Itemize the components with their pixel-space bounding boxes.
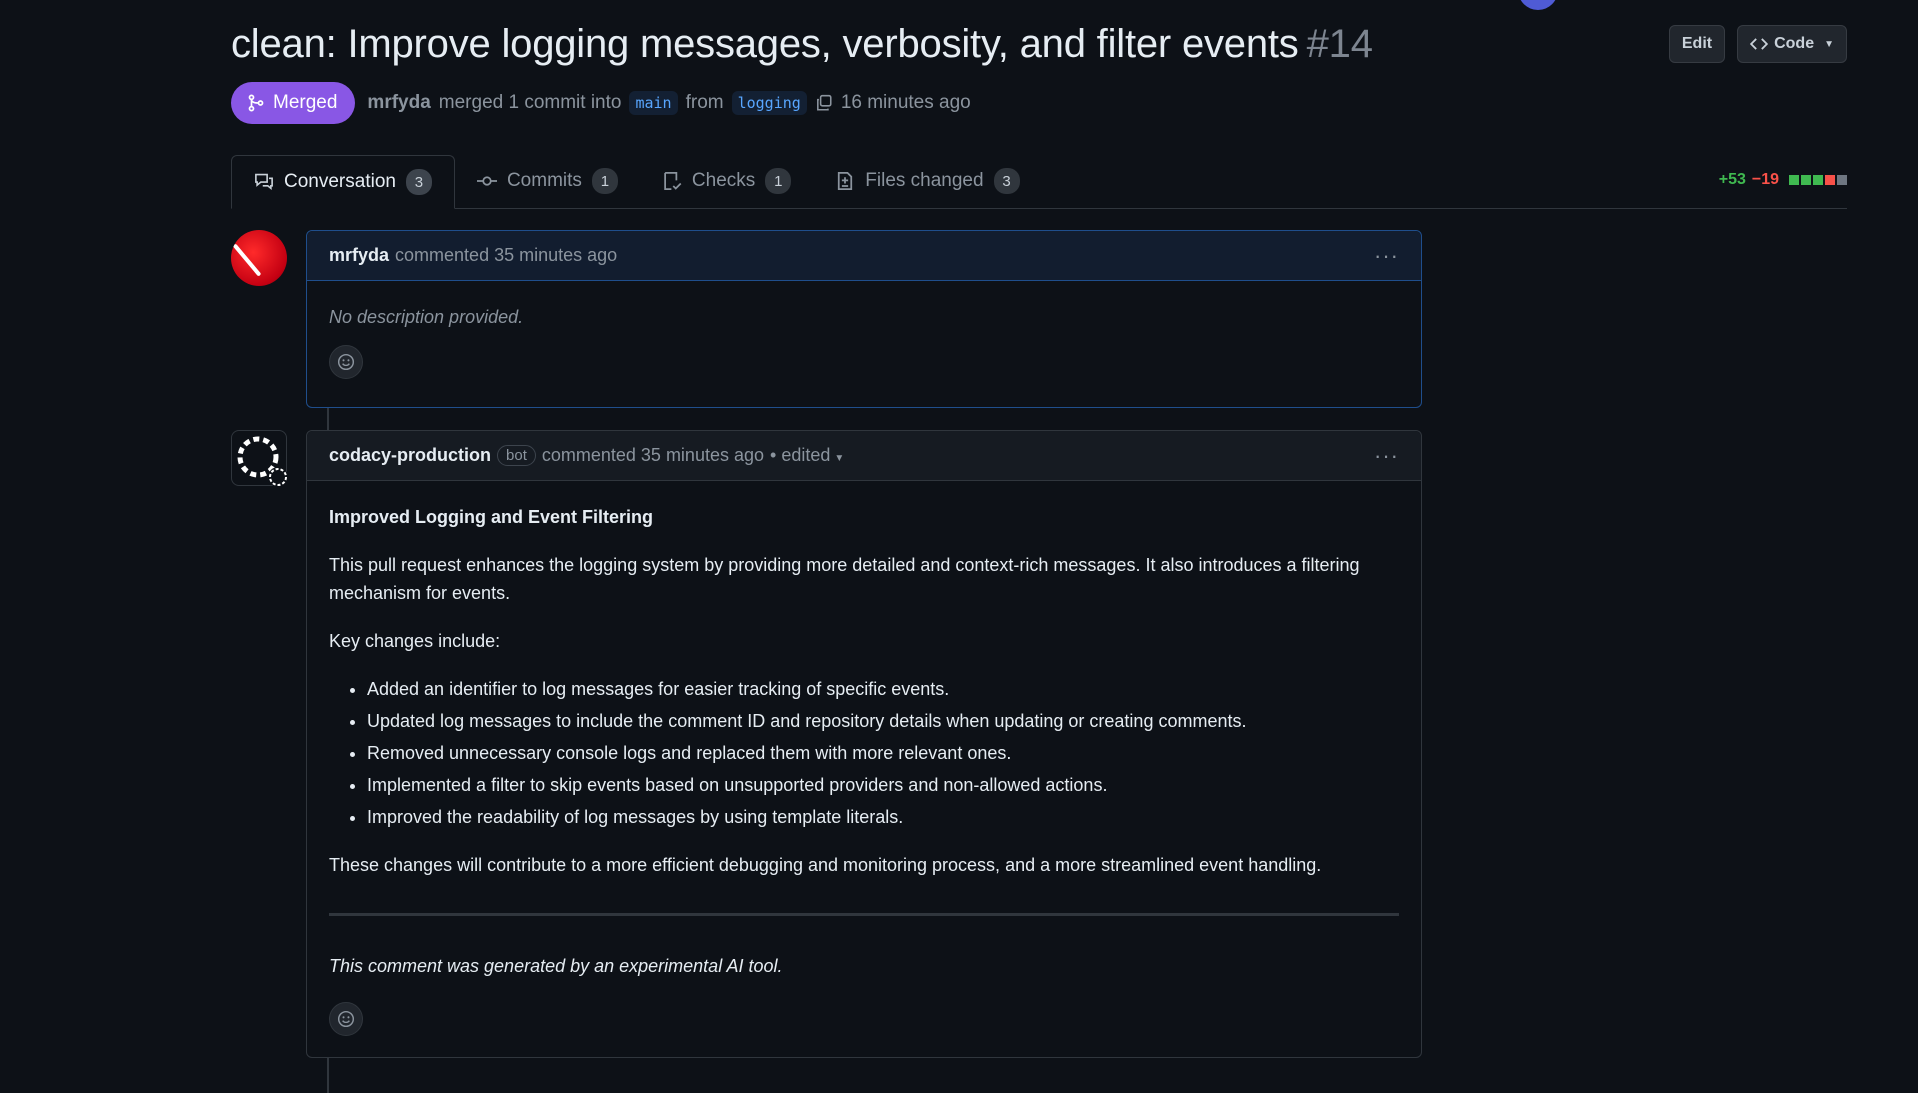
ai-disclaimer: This comment was generated by an experim… xyxy=(329,956,783,976)
pr-title: clean: Improve logging messages, verbosi… xyxy=(231,22,1373,67)
diffstat-bar xyxy=(1825,175,1835,185)
comment-body: Improved Logging and Event Filtering Thi… xyxy=(307,481,1421,1058)
tab-commits-count: 1 xyxy=(591,168,618,194)
tab-files-changed-count: 3 xyxy=(993,168,1020,194)
merge-text: merged 1 commit into xyxy=(438,92,622,113)
comment-header: codacy-production bot commented 35 minut… xyxy=(307,431,1421,481)
list-item: Updated log messages to include the comm… xyxy=(367,707,1399,735)
chevron-down-icon: ▼ xyxy=(1824,38,1834,50)
comment-author-link[interactable]: codacy-production xyxy=(329,445,491,466)
tab-checks[interactable]: Checks 1 xyxy=(640,154,813,208)
pr-meta: Merged mrfyda merged 1 commit into main … xyxy=(231,82,1847,124)
pr-tabs: Conversation 3 Commits 1 Checks 1 Files … xyxy=(231,155,1847,209)
diffstat-deletions: −19 xyxy=(1751,171,1779,188)
key-changes-label: Key changes include: xyxy=(329,631,501,651)
header-actions: Edit Code ▼ xyxy=(1668,25,1847,63)
comment-timestamp[interactable]: commented 35 minutes ago xyxy=(395,245,617,266)
add-reaction-button[interactable] xyxy=(329,345,363,379)
diffstat-bar xyxy=(1789,175,1799,185)
checklist-icon xyxy=(664,172,682,190)
diffstat: +53 −19 xyxy=(1719,171,1847,189)
status-badge: Merged xyxy=(231,82,356,124)
pr-title-text: clean: Improve logging messages, verbosi… xyxy=(231,21,1299,66)
list-item: Added an identifier to log messages for … xyxy=(367,675,1399,703)
comment-header: mrfyda commented 35 minutes ago ··· xyxy=(307,231,1421,281)
edited-dropdown[interactable]: • edited ▼ xyxy=(770,445,844,466)
kebab-horizontal-icon[interactable]: ··· xyxy=(1374,443,1399,469)
comment: mrfyda commented 35 minutes ago ··· No d… xyxy=(306,230,1422,408)
comment-heading: Improved Logging and Event Filtering xyxy=(329,507,654,527)
comment-body: No description provided. xyxy=(307,281,1421,401)
comment-timestamp[interactable]: commented 35 minutes ago xyxy=(542,445,764,466)
bot-badge: bot xyxy=(497,445,536,466)
key-changes-list: Added an identifier to log messages for … xyxy=(329,675,1399,831)
pr-header: clean: Improve logging messages, verbosi… xyxy=(231,18,1847,124)
code-button-label: Code xyxy=(1774,35,1815,52)
tab-files-changed[interactable]: Files changed 3 xyxy=(813,154,1041,208)
edited-label: • edited xyxy=(770,445,831,465)
file-diff-icon xyxy=(838,172,853,190)
tab-commits-label: Commits xyxy=(506,170,582,191)
diffstat-bar xyxy=(1837,175,1847,185)
diffstat-bars xyxy=(1789,175,1847,185)
tab-conversation-count: 3 xyxy=(405,169,432,195)
codacy-logo-icon xyxy=(237,436,288,487)
divider xyxy=(329,913,1399,916)
add-reaction-button[interactable] xyxy=(329,1002,363,1036)
merge-time: 16 minutes ago xyxy=(840,92,971,113)
list-item: Implemented a filter to skip events base… xyxy=(367,771,1399,799)
from-text: from xyxy=(685,92,724,113)
merge-author-link[interactable]: mrfyda xyxy=(367,92,430,114)
tab-checks-label: Checks xyxy=(691,170,756,191)
code-icon xyxy=(1750,38,1769,50)
git-merge-icon xyxy=(248,94,264,112)
decorative-blob xyxy=(1518,0,1558,10)
head-branch[interactable]: logging xyxy=(731,91,807,115)
code-button[interactable]: Code ▼ xyxy=(1737,25,1847,63)
edit-button[interactable]: Edit xyxy=(1668,25,1726,63)
smiley-icon xyxy=(337,1010,355,1028)
bot-avatar[interactable] xyxy=(231,430,288,487)
status-label: Merged xyxy=(273,92,338,113)
diffstat-additions: +53 xyxy=(1718,171,1746,188)
list-item: Improved the readability of log messages… xyxy=(367,803,1399,831)
comment: codacy-production bot commented 35 minut… xyxy=(306,430,1422,1058)
merge-summary: mrfyda merged 1 commit into main from lo… xyxy=(367,91,971,115)
tab-conversation[interactable]: Conversation 3 xyxy=(231,155,455,209)
diffstat-bar xyxy=(1801,175,1811,185)
comment-intro: This pull request enhances the logging s… xyxy=(329,555,1360,603)
comment-discussion-icon xyxy=(255,173,273,190)
list-item: Removed unnecessary console logs and rep… xyxy=(367,739,1399,767)
chevron-down-icon: ▼ xyxy=(834,453,845,464)
git-commit-icon xyxy=(476,176,497,186)
comment-body-text: No description provided. xyxy=(329,307,524,327)
tab-files-changed-label: Files changed xyxy=(865,170,984,191)
comment-conclusion: These changes will contribute to a more … xyxy=(329,855,1322,875)
smiley-icon xyxy=(337,353,355,371)
tab-commits[interactable]: Commits 1 xyxy=(455,154,640,208)
comment-author-link[interactable]: mrfyda xyxy=(329,245,389,266)
copy-icon[interactable] xyxy=(815,94,833,112)
kebab-horizontal-icon[interactable]: ··· xyxy=(1374,243,1399,269)
tab-checks-count: 1 xyxy=(765,168,792,194)
diffstat-bar xyxy=(1813,175,1823,185)
pr-number: #14 xyxy=(1306,21,1373,66)
base-branch[interactable]: main xyxy=(629,91,678,115)
tab-conversation-label: Conversation xyxy=(284,171,396,192)
avatar[interactable] xyxy=(231,230,287,286)
